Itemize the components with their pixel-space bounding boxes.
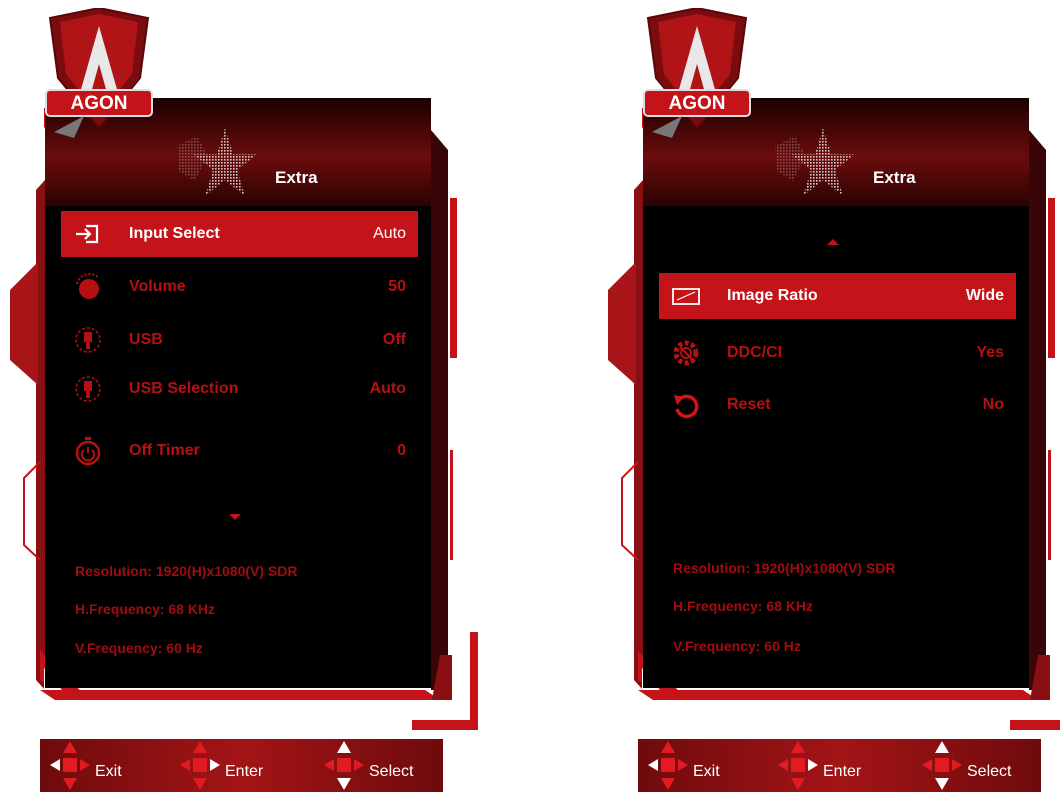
select-label: Select	[967, 763, 1012, 780]
menu-item-value: 50	[388, 278, 406, 295]
menu-item-label: USB	[129, 331, 163, 348]
menu-item-off-timer[interactable]: Off Timer 0	[61, 428, 418, 474]
menu-item-label: Off Timer	[129, 442, 200, 459]
logo-text: AGON	[71, 93, 128, 114]
key-guide-bar: Exit Enter Select	[638, 739, 1041, 792]
enter-label: Enter	[225, 763, 264, 780]
menu-item-usb-selection[interactable]: USB Selection Auto	[61, 366, 418, 412]
input-select-icon	[76, 224, 99, 244]
exit-label: Exit	[95, 763, 122, 780]
menu-item-value: Off	[382, 331, 406, 348]
agon-logo: AGON	[45, 8, 153, 138]
star-icon	[775, 128, 855, 196]
ddc-ci-icon	[673, 340, 699, 366]
v-frequency-info: V.Frequency: 60 Hz	[75, 640, 203, 656]
menu-item-image-ratio[interactable]: Image Ratio Wide	[659, 273, 1016, 319]
osd-panel: Extra Image Ratio Wide DDC/CI Yes Reset …	[643, 98, 1029, 688]
menu-item-label: Volume	[129, 278, 186, 295]
menu-item-volume[interactable]: Volume 50	[61, 264, 418, 310]
v-frequency-info: V.Frequency: 60 Hz	[673, 638, 801, 654]
osd-menu-right: Extra Image Ratio Wide DDC/CI Yes Reset …	[598, 0, 1061, 792]
select-label: Select	[369, 763, 414, 780]
menu-item-input-select[interactable]: Input Select Auto	[61, 211, 418, 257]
star-icon	[177, 128, 257, 196]
menu-title: Extra	[873, 168, 916, 187]
agon-logo: AGON	[643, 8, 751, 138]
menu-item-value: Auto	[373, 225, 406, 242]
exit-key-icon	[648, 741, 688, 790]
menu-item-value: Auto	[369, 380, 406, 397]
menu-item-value: No	[982, 396, 1004, 413]
volume-icon	[76, 273, 100, 299]
menu-item-value: Yes	[976, 344, 1004, 361]
menu-item-value: Wide	[965, 287, 1004, 304]
image-ratio-icon	[672, 288, 700, 305]
menu-item-label: Image Ratio	[727, 287, 818, 304]
menu-item-label: Input Select	[129, 225, 220, 242]
h-frequency-info: H.Frequency: 68 KHz	[673, 598, 814, 614]
scroll-down-indicator[interactable]	[229, 514, 241, 520]
exit-label: Exit	[693, 763, 720, 780]
menu-item-label: USB Selection	[129, 380, 239, 397]
enter-label: Enter	[823, 763, 862, 780]
menu-item-label: Reset	[727, 396, 771, 413]
menu-item-value: 0	[397, 442, 406, 459]
select-key-icon	[922, 741, 962, 790]
menu-title: Extra	[275, 168, 318, 187]
select-key-icon	[324, 741, 364, 790]
menu-item-label: DDC/CI	[727, 344, 783, 361]
usb-icon	[75, 327, 101, 353]
osd-menu-left: Extra Input Select Auto Volume 50 USB Of…	[0, 0, 480, 792]
reset-icon	[674, 394, 699, 419]
h-frequency-info: H.Frequency: 68 KHz	[75, 601, 216, 617]
menu-item-reset[interactable]: Reset No	[659, 382, 1016, 428]
menu-item-usb[interactable]: USB Off	[61, 317, 418, 363]
timer-icon	[75, 437, 101, 466]
enter-key-icon	[180, 741, 220, 790]
resolution-info: Resolution: 1920(H)x1080(V) SDR	[75, 563, 298, 579]
usb-selection-icon	[75, 376, 101, 402]
logo-text: AGON	[669, 93, 726, 114]
osd-panel: Extra Input Select Auto Volume 50 USB Of…	[45, 98, 431, 688]
key-guide-bar: Exit Enter Select	[40, 739, 443, 792]
menu-item-ddc-ci[interactable]: DDC/CI Yes	[659, 330, 1016, 376]
exit-key-icon	[50, 741, 90, 790]
resolution-info: Resolution: 1920(H)x1080(V) SDR	[673, 560, 896, 576]
scroll-up-indicator[interactable]	[827, 239, 839, 245]
enter-key-icon	[778, 741, 818, 790]
